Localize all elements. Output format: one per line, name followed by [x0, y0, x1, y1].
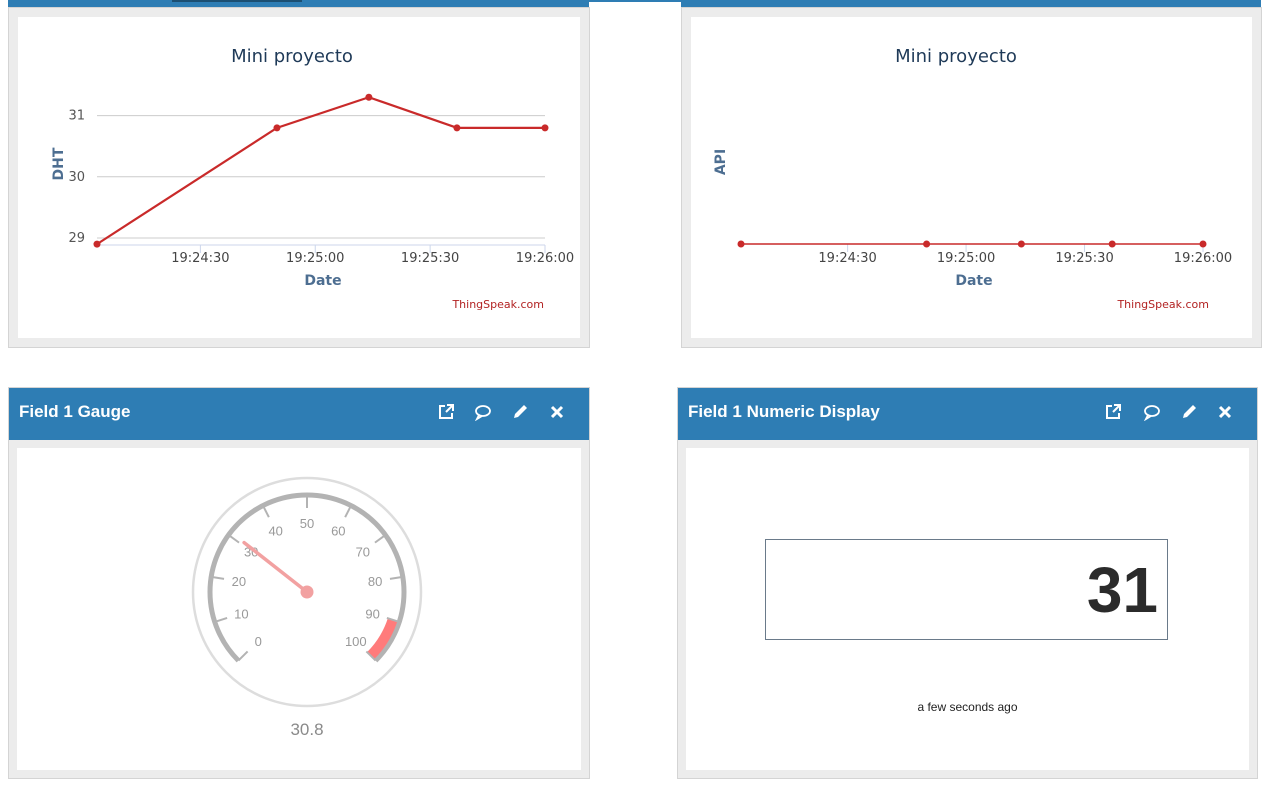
close-icon[interactable] — [548, 403, 566, 421]
gauge-tick-label: 0 — [255, 634, 262, 649]
data-point — [1108, 240, 1116, 248]
x-tick-label: 19:24:30 — [818, 251, 876, 266]
data-point — [737, 240, 745, 248]
gauge-tick-label: 60 — [331, 524, 345, 539]
x-tick-label: 19:25:30 — [1055, 251, 1113, 266]
chart-credit[interactable]: ThingSpeak.com — [1116, 298, 1209, 311]
widget-body: 0 10 20 30 40 50 60 70 80 90 100 30.8 — [17, 448, 581, 770]
data-point — [541, 124, 549, 132]
close-icon[interactable] — [1216, 403, 1234, 421]
widget-body: 31 a few seconds ago — [686, 448, 1249, 770]
numeric-value: 31 — [1086, 554, 1158, 626]
gauge-tick-label: 50 — [300, 516, 314, 531]
data-point — [93, 240, 101, 248]
pencil-icon[interactable] — [511, 403, 529, 421]
gauge-value-label: 30.8 — [290, 720, 323, 739]
y-axis-title: DHT — [51, 147, 67, 180]
chart-title: Mini proyecto — [231, 46, 353, 67]
x-tick-label: 19:26:00 — [516, 251, 574, 266]
data-point — [923, 240, 931, 248]
chart-panel-api: Mini proyecto API Date ThingSpeak.com 19… — [691, 17, 1252, 338]
line-chart-api: Mini proyecto API Date ThingSpeak.com 19… — [713, 46, 1232, 311]
pencil-icon[interactable] — [1180, 403, 1198, 421]
comment-icon[interactable] — [474, 403, 492, 421]
data-point — [453, 124, 461, 132]
chart-window-api: Mini proyecto API Date ThingSpeak.com 19… — [681, 7, 1262, 348]
x-tick-label: 19:25:00 — [937, 251, 995, 266]
y-tick-label: 29 — [68, 231, 85, 246]
x-tick-label: 19:25:00 — [286, 251, 344, 266]
gauge-needle-pivot — [300, 585, 314, 599]
x-axis-title: Date — [955, 273, 992, 289]
comment-icon[interactable] — [1143, 403, 1161, 421]
top-window-edge-right — [681, 0, 1261, 7]
widget-header: Field 1 Numeric Display — [678, 388, 1257, 440]
y-axis-title: API — [713, 149, 729, 175]
widget-title: Field 1 Numeric Display — [688, 402, 880, 421]
y-tick-label: 31 — [68, 109, 85, 124]
gauge-tick-label: 80 — [368, 574, 382, 589]
widget-numeric-display: Field 1 Numeric Display 31 a few seconds… — [677, 387, 1258, 779]
last-update-time: a few seconds ago — [917, 700, 1018, 714]
line-chart-dht: Mini proyecto DHT Date ThingSpeak.com 29… — [51, 46, 574, 311]
x-axis-title: Date — [304, 273, 341, 289]
x-tick-label: 19:24:30 — [171, 251, 229, 266]
widget-gauge: Field 1 Gauge 0 10 20 30 40 50 60 70 80 90 100 30.8 — [8, 387, 590, 779]
data-point — [365, 93, 373, 101]
gauge-tick-label: 70 — [356, 544, 370, 559]
chart-window-dht: Mini proyecto DHT Date ThingSpeak.com 29… — [8, 7, 590, 348]
gauge-tick-label: 90 — [365, 606, 379, 621]
y-tick-label: 30 — [68, 170, 85, 185]
widget-header: Field 1 Gauge — [9, 388, 589, 440]
gauge-tick-label: 20 — [232, 574, 246, 589]
widget-title: Field 1 Gauge — [19, 402, 131, 421]
external-link-icon[interactable] — [437, 403, 455, 421]
gauge-tick-label: 40 — [268, 524, 282, 539]
gauge-tick-label: 100 — [345, 634, 367, 649]
gauge: 010203040506070809010030.8 — [191, 476, 423, 739]
external-link-icon[interactable] — [1104, 403, 1122, 421]
chart-panel-dht: Mini proyecto DHT Date ThingSpeak.com 29… — [18, 17, 580, 338]
numeric-display-box: 31 — [765, 539, 1168, 640]
data-point — [273, 124, 281, 132]
top-tab-indicator — [172, 0, 302, 2]
series-line — [96, 96, 545, 246]
data-point — [1199, 240, 1207, 248]
top-divider — [589, 0, 681, 2]
chart-credit[interactable]: ThingSpeak.com — [451, 298, 544, 311]
data-point — [1017, 240, 1025, 248]
x-tick-label: 19:26:00 — [1174, 251, 1232, 266]
gauge-tick-label: 10 — [234, 606, 248, 621]
x-tick-label: 19:25:30 — [401, 251, 459, 266]
chart-title: Mini proyecto — [895, 46, 1017, 67]
